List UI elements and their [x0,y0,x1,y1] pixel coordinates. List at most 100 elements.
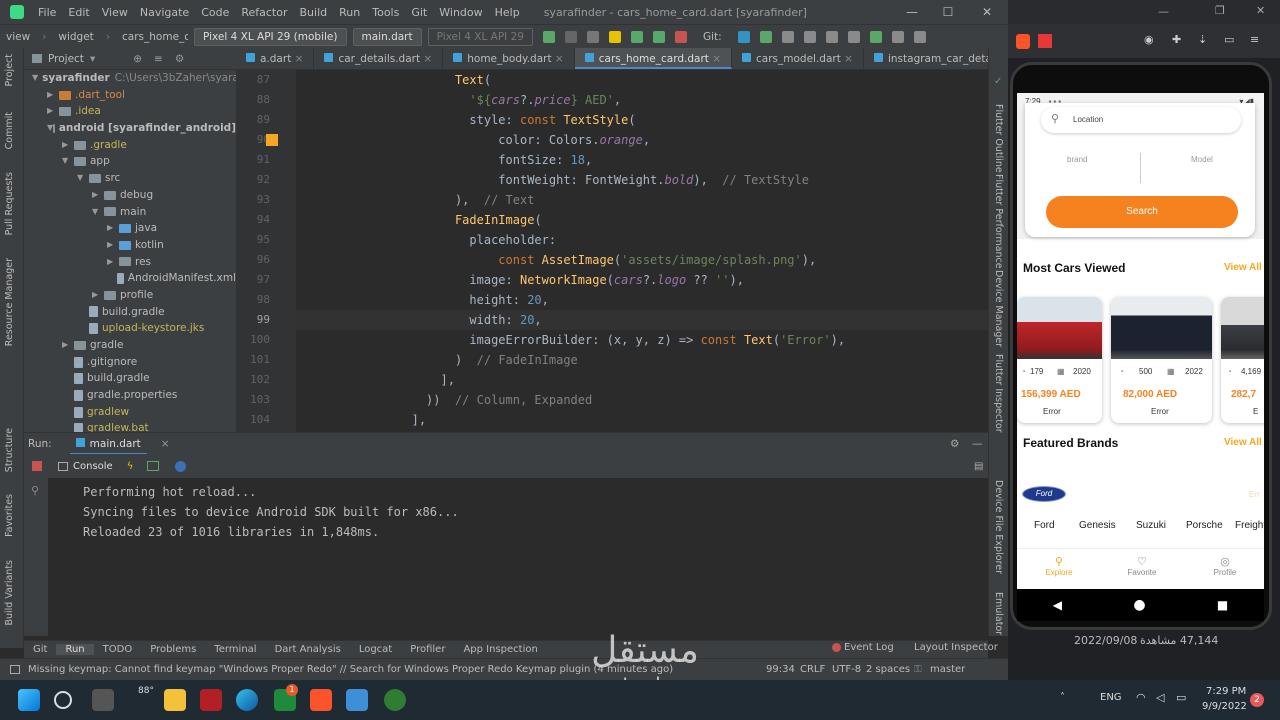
code-line[interactable]: const AssetImage('assets/image/splash.pn… [296,250,988,270]
input-language[interactable]: ENG [1100,692,1122,703]
chevron-down-icon[interactable]: ▼ [77,170,89,187]
bottom-tab-problems[interactable]: Problems [141,644,205,655]
code-editor[interactable]: Text( '${cars?.price} AED', style: const… [296,70,988,432]
search-everywhere-icon[interactable] [891,30,904,43]
battery-icon[interactable]: ▭ [1176,691,1186,704]
chevron-right-icon[interactable]: ▶ [62,137,74,154]
app-icon[interactable] [384,689,406,711]
chevron-down-icon[interactable]: ▼ [62,153,74,170]
chevron-right-icon[interactable]: ▶ [47,103,59,120]
extensions-icon[interactable]: ✚ [1172,33,1181,46]
tree-item[interactable]: AndroidManifest.xml [24,270,236,287]
tool-tab-favorites[interactable]: Favorites [4,494,15,537]
chevron-right-icon[interactable]: ▶ [107,254,119,271]
run-icon[interactable] [542,30,555,43]
tree-item[interactable]: ▶ .idea [24,103,236,120]
tree-item[interactable]: ▶ gradle [24,337,236,354]
line-number[interactable]: 87 [236,70,296,90]
code-line[interactable]: width: 20, [296,310,988,330]
app-icon[interactable] [200,689,222,711]
menu-navigate[interactable]: Navigate [134,6,195,19]
tool-tab-flutter-performance[interactable]: Flutter Performance [993,174,1004,269]
clock-time[interactable]: 7:29 PM [1206,686,1246,697]
chevron-down-icon[interactable]: ▼ [32,70,38,87]
tree-item[interactable]: gradlew [24,404,236,421]
hot-restart-icon[interactable] [147,461,160,471]
stop-icon[interactable] [674,30,687,43]
home-icon[interactable]: ● [1133,597,1145,613]
brave-shield-icon[interactable] [1016,34,1030,49]
tree-item[interactable]: gradle.properties [24,387,236,404]
line-number[interactable]: 89 [236,110,296,130]
line-number[interactable]: 99 [236,310,296,330]
devtools-icon[interactable] [175,460,187,472]
target-device-dropdown[interactable]: Pixel 4 XL API 29 [427,27,533,46]
tool-tab-device-manager[interactable]: Device Manager [993,270,1004,347]
editor-tab[interactable]: instagram_car_details.dart × [864,48,996,69]
model-input[interactable]: Model [1191,155,1213,164]
tree-item[interactable]: .gitignore [24,354,236,371]
line-separator[interactable]: CRLF [800,664,825,675]
location-input[interactable]: ⚲ Location [1041,107,1241,133]
bottom-tab-run[interactable]: Run [56,644,94,655]
clock-date[interactable]: 9/9/2022 [1202,701,1247,712]
weather-temp[interactable]: 88° [138,686,154,696]
tool-tab-structure[interactable]: Structure [4,428,15,472]
menu-git[interactable]: Git [405,6,433,19]
line-number[interactable]: 103 [236,390,296,410]
brand-item-porsche[interactable]: Porsche [1186,520,1223,531]
tree-item[interactable]: ▶ kotlin [24,237,236,254]
code-line[interactable]: imageErrorBuilder: (x, y, z) => const Te… [296,330,988,350]
close-tab-icon[interactable]: × [291,53,304,65]
minimize-icon[interactable]: — [895,0,929,24]
menu-window[interactable]: Window [433,6,488,19]
line-number[interactable]: 95 [236,230,296,250]
brand-input[interactable]: brand [1067,155,1087,164]
layout-icon[interactable]: ▤ [974,461,983,472]
brave-rewards-icon[interactable] [1038,34,1052,48]
code-line[interactable]: '${cars?.price} AED', [296,90,988,110]
file-explorer-icon[interactable] [164,689,186,711]
chevron-right-icon[interactable]: ▶ [92,187,104,204]
project-view-dropdown[interactable]: Project [48,53,84,65]
line-number[interactable]: 100 [236,330,296,350]
menu-file[interactable]: File [32,6,62,19]
close-tab-icon[interactable]: × [420,53,432,65]
line-number[interactable]: 101 [236,350,296,370]
hot-reload-icon[interactable]: ϟ [127,461,134,472]
line-number[interactable]: 91 [236,150,296,170]
editor-tab[interactable]: a.dart × [236,48,315,69]
hide-panel-icon[interactable]: — [972,438,983,450]
brand-item-freight[interactable]: Freight [1235,520,1264,531]
gear-icon[interactable]: ⚙ [950,438,959,450]
tree-item[interactable]: ▶ res [24,254,236,271]
chevron-down-icon[interactable]: ▾ [90,53,95,65]
bottom-tab-todo[interactable]: TODO [94,644,142,655]
editor-tab[interactable]: home_body.dart × [443,48,575,69]
bottom-tab-terminal[interactable]: Terminal [205,644,265,655]
line-number[interactable]: 93 [236,190,296,210]
minimize-icon[interactable]: — [1158,5,1169,18]
maximize-icon[interactable]: ☐ [931,0,965,24]
bottom-tab-logcat[interactable]: Logcat [350,644,401,655]
line-number[interactable]: 104 [236,410,296,430]
settings-gear-icon[interactable] [913,30,926,43]
tool-tab-build-variants[interactable]: Build Variants [4,560,15,626]
brave-icon[interactable] [310,689,332,711]
tree-item[interactable]: ▶ java [24,220,236,237]
code-line[interactable]: color: Colors.orange, [296,130,988,150]
tree-item[interactable]: ▼ syarafinder C:\Users\3bZaher\syarafin [24,70,236,87]
tool-tab-flutter-inspector[interactable]: Flutter Inspector [993,354,1004,433]
code-line[interactable]: ], [296,370,988,390]
globe-icon[interactable]: ◉ [1144,33,1154,46]
windows-start-icon[interactable] [18,689,40,711]
nav-favorite[interactable]: ♡ Favorite [1122,555,1162,577]
breadcrumb-file[interactable]: cars_home_card [116,31,188,43]
code-line[interactable]: fontSize: 18, [296,150,988,170]
git-branch[interactable]: master [930,664,965,675]
file-encoding[interactable]: UTF-8 [832,664,861,675]
most-viewed-view-all[interactable]: View All [1224,262,1262,273]
git-push-icon[interactable] [781,30,794,43]
event-log-tab[interactable]: Event Log [844,642,894,653]
editor-tab[interactable]: cars_home_card.dart × [574,48,733,69]
